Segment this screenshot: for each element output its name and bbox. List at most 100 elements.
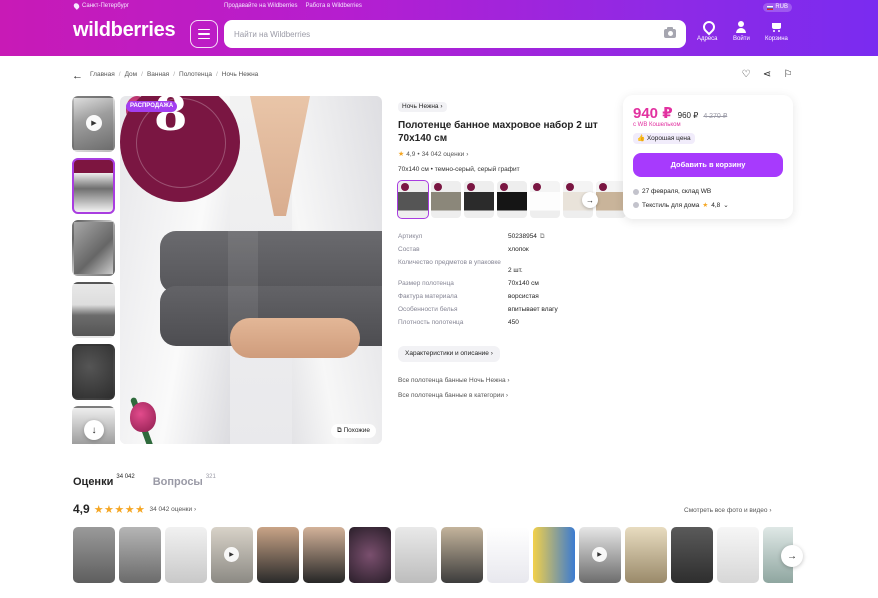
- color-variant[interactable]: [596, 181, 626, 218]
- store-icon: [633, 202, 639, 208]
- category-link[interactable]: Все полотенца банные в категории ›: [398, 392, 508, 399]
- review-photo[interactable]: [73, 527, 115, 583]
- nav-cart[interactable]: Корзина: [765, 21, 788, 42]
- spec-row: Особенности белья впитывает влагу: [398, 306, 598, 314]
- color-variant[interactable]: [431, 181, 461, 218]
- all-photos-link[interactable]: Смотреть все фото и видео ›: [684, 507, 772, 514]
- spec-row: Фактура материала ворсистая: [398, 293, 598, 301]
- category-label: Все полотенца банные в категории: [398, 392, 505, 399]
- review-photo[interactable]: [717, 527, 759, 583]
- breadcrumb-home-category[interactable]: Дом: [125, 71, 138, 78]
- report-icon[interactable]: ⚐: [782, 69, 794, 80]
- copy-icon[interactable]: ⧉: [540, 233, 545, 241]
- delivery-date: 27 февраля, склад WB: [642, 188, 712, 195]
- reviews-count: 34 042 оценки: [149, 505, 193, 513]
- color-variant[interactable]: [530, 181, 560, 218]
- good-price-badge: 👍 Хорошая цена: [633, 133, 695, 144]
- color-variant[interactable]: [464, 181, 494, 218]
- thumbnail-image[interactable]: [72, 158, 115, 214]
- seller-info[interactable]: Текстиль для дома ★ 4,8 ⌄: [633, 201, 729, 209]
- add-to-cart-button[interactable]: Добавить в корзину: [633, 153, 783, 177]
- review-photo[interactable]: [441, 527, 483, 583]
- color-variant[interactable]: [497, 181, 527, 218]
- breadcrumb-home[interactable]: Главная: [90, 71, 115, 78]
- review-photo[interactable]: [349, 527, 391, 583]
- work-at-wb-link[interactable]: Работа в Wildberries: [306, 3, 362, 9]
- tab-reviews-label: Оценки: [73, 476, 114, 488]
- star-icon: ★: [702, 202, 709, 209]
- main-product-image[interactable]: 8 РАСПРОДАЖА ⧉ Похожие: [120, 96, 382, 444]
- seller-name: Текстиль для дома: [642, 201, 700, 209]
- breadcrumb-brand[interactable]: Ночь Нежна: [222, 71, 259, 78]
- review-photo[interactable]: [165, 527, 207, 583]
- heart-icon[interactable]: ♡: [740, 69, 752, 80]
- brand-category-link[interactable]: Все полотенца банные Ночь Нежна ›: [398, 377, 510, 384]
- star-icon: ★: [398, 151, 405, 158]
- photos-next-arrow-icon[interactable]: →: [781, 545, 803, 567]
- tab-questions-label: Вопросы: [152, 476, 203, 488]
- brand-link[interactable]: Ночь Нежна ›: [398, 102, 447, 112]
- currency-selector[interactable]: RUB: [763, 3, 792, 12]
- review-photo[interactable]: [487, 527, 529, 583]
- thumbnail-image[interactable]: [72, 344, 115, 400]
- rating-count: 34 042 оценки: [421, 150, 465, 158]
- menu-icon-line: [198, 37, 210, 40]
- thumbnail-video[interactable]: ▶: [72, 96, 115, 152]
- menu-button[interactable]: [190, 20, 218, 48]
- tab-questions-count: 321: [205, 474, 216, 480]
- review-video[interactable]: ▶: [211, 527, 253, 583]
- review-photo[interactable]: [257, 527, 299, 583]
- camera-search-icon[interactable]: [664, 27, 676, 38]
- review-photo[interactable]: [395, 527, 437, 583]
- thumbnail-image[interactable]: [72, 282, 115, 338]
- review-photo[interactable]: [625, 527, 667, 583]
- nav-login-label: Войти: [733, 36, 750, 42]
- product-rating[interactable]: ★ 4,9 • 34 042 оценки ›: [398, 150, 598, 159]
- back-arrow-icon[interactable]: ←: [72, 70, 83, 82]
- reviews-summary: 4,9 ★★★★★ 34 042 оценки ›: [73, 502, 196, 516]
- variants-next-arrow-icon[interactable]: →: [582, 192, 598, 208]
- similar-button[interactable]: ⧉ Похожие: [331, 424, 376, 438]
- search-input[interactable]: [224, 20, 624, 48]
- review-video[interactable]: ▶: [579, 527, 621, 583]
- nav-login[interactable]: Войти: [733, 21, 750, 42]
- price-card: 940 ₽ 960 ₽ 4 270 ₽ с WB Кошельком 👍 Хор…: [623, 95, 793, 219]
- reviews-tabs: Оценки 34 042 Вопросы 321: [73, 474, 216, 488]
- review-photo[interactable]: [671, 527, 713, 583]
- sale-badge: РАСПРОДАЖА: [126, 101, 178, 112]
- address-icon: [701, 21, 713, 33]
- characteristics-button[interactable]: Характеристики и описание ›: [398, 346, 500, 362]
- breadcrumb-separator: /: [141, 71, 143, 78]
- russia-flag-icon: [767, 5, 774, 10]
- tab-reviews[interactable]: Оценки 34 042: [73, 474, 135, 488]
- tab-reviews-count: 34 042: [116, 474, 135, 480]
- old-price: 4 270 ₽: [703, 113, 728, 120]
- review-photo[interactable]: [303, 527, 345, 583]
- sell-on-wb-link[interactable]: Продавайте на Wildberries: [224, 3, 298, 9]
- chevron-right-icon: ›: [466, 150, 469, 158]
- nav-addresses[interactable]: Адреса: [697, 21, 718, 42]
- wallet-note[interactable]: с WB Кошельком: [633, 122, 681, 128]
- review-photo[interactable]: [533, 527, 575, 583]
- delivery-icon: [633, 188, 639, 195]
- search-bar: [224, 20, 686, 48]
- breadcrumb-bathroom[interactable]: Ванная: [147, 71, 169, 78]
- thumbnail-image[interactable]: [72, 220, 115, 276]
- tab-questions[interactable]: Вопросы 321: [152, 474, 216, 488]
- brand-name: Ночь Нежна: [402, 103, 439, 110]
- spec-value: ворсистая: [508, 293, 539, 300]
- spec-label: Размер полотенца: [398, 280, 454, 287]
- share-icon[interactable]: ⋖: [761, 69, 773, 80]
- thumbnails-scroll-down-icon[interactable]: ↓: [84, 420, 104, 440]
- color-variant[interactable]: [397, 180, 429, 219]
- location-pin-icon: [72, 2, 81, 10]
- city-selector[interactable]: Санкт-Петербург: [72, 2, 129, 10]
- wildberries-logo[interactable]: wildberries: [73, 19, 176, 42]
- review-photo[interactable]: [119, 527, 161, 583]
- reviews-count-link[interactable]: 34 042 оценки ›: [150, 506, 197, 513]
- breadcrumb-towels[interactable]: Полотенца: [179, 71, 212, 78]
- product-title: Полотенце банное махровое набор 2 шт 70х…: [398, 120, 598, 144]
- brand-category-label: Все полотенца банные Ночь Нежна: [398, 377, 506, 384]
- spec-label: Состав: [398, 246, 420, 253]
- top-bar: Санкт-Петербург Продавайте на Wildberrie…: [72, 2, 792, 13]
